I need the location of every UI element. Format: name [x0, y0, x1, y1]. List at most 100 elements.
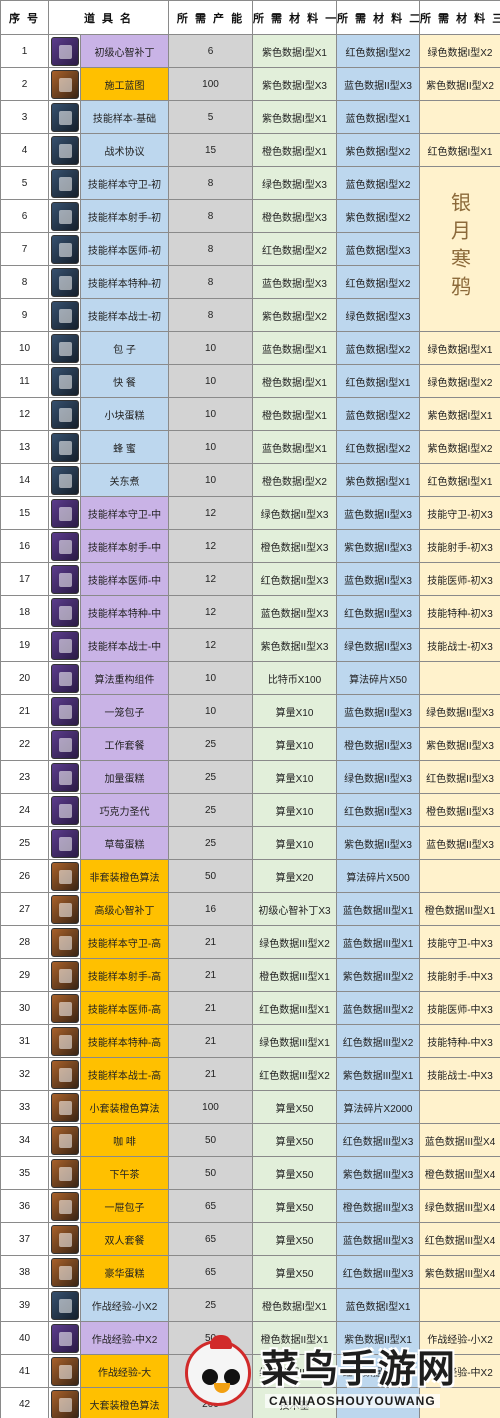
material-2: 蓝色数据III型X2 [336, 991, 420, 1025]
material-2: 绿色数据II型X3 [336, 628, 420, 662]
material-1: 蓝色数据I型X3 [252, 265, 337, 299]
material-3: 技能医师-中X3 [419, 991, 500, 1025]
material-1: 橙色数据I型X2 [252, 463, 337, 497]
bun-tray-icon [50, 1191, 79, 1221]
cone-crystal-icon [50, 36, 79, 66]
item-name: 技能样本特种-高 [80, 1024, 169, 1058]
item-icon-cell [48, 1222, 81, 1256]
row-index: 30 [0, 991, 49, 1025]
guard-sample-icon [50, 927, 79, 957]
material-1: 算量X20 [252, 859, 337, 893]
row-index: 42 [0, 1387, 49, 1418]
warrior-sample-icon [50, 1059, 79, 1089]
item-icon-cell [48, 1288, 81, 1322]
item-name: 算法重构组件 [80, 661, 169, 695]
item-name: 关东煮 [80, 463, 169, 497]
item-name: 技能样本射手-中 [80, 529, 169, 563]
item-name: 大套装橙色算法 [80, 1387, 169, 1418]
header-item: 道 具 名 [48, 0, 169, 35]
material-2: 蓝色数据II型X3 [336, 562, 420, 596]
item-name: 豪华蛋糕 [80, 1255, 169, 1289]
row-index: 22 [0, 727, 49, 761]
item-name: 战术协议 [80, 133, 169, 167]
honey-icon [50, 432, 79, 462]
item-icon-cell [48, 463, 81, 497]
row-index: 34 [0, 1123, 49, 1157]
required-output: 100 [168, 1354, 253, 1388]
item-name: 初级心智补丁 [80, 34, 169, 68]
table-row: 41 作战经验-大 100 绿色数据III型X1 红色数据III型X1 作战经验-中X2 [0, 1354, 500, 1388]
table-row: 26 非套装橙色算法 50 算量X20 算法碎片X500 [0, 859, 500, 893]
table-row: 3 技能样本-基础 5 紫色数据I型X1 蓝色数据I型X1 [0, 100, 500, 134]
required-output: 5 [168, 100, 253, 134]
required-output: 8 [168, 265, 253, 299]
exp-chip-icon [50, 1356, 79, 1386]
item-icon-cell [48, 1123, 81, 1157]
item-icon-cell [48, 232, 81, 266]
material-3: 红色数据I型X1 [419, 463, 500, 497]
material-3 [419, 859, 500, 893]
required-output: 21 [168, 1024, 253, 1058]
material-3: 技能射手-初X3 [419, 529, 500, 563]
table-body: 1 初级心智补丁 6 紫色数据I型X1 红色数据I型X2 绿色数据I型X2 2 施工蓝图 100… [0, 34, 500, 1418]
material-2: 蓝色数据I型X1 [336, 100, 420, 134]
material-3 [419, 1090, 500, 1124]
item-icon-cell [48, 133, 81, 167]
row-index: 5 [0, 166, 49, 200]
material-1: 绿色数据III型X1 [252, 1354, 337, 1388]
material-2: 红色数据I型X1 [336, 364, 420, 398]
table-row: 18 技能样本特种-中 12 蓝色数据II型X3 红色数据II型X3 技能特种-初X3 [0, 595, 500, 629]
side-note-cell: 银月寒鸦 [419, 166, 500, 332]
table-row: 37 双人套餐 65 算量X50 蓝色数据III型X3 红色数据III型X4 [0, 1222, 500, 1256]
item-name: 小套装橙色算法 [80, 1090, 169, 1124]
material-2: 红色数据III型X1 [336, 1354, 420, 1388]
table-row: 1 初级心智补丁 6 紫色数据I型X1 红色数据I型X2 绿色数据I型X2 [0, 34, 500, 68]
material-2: 蓝色数据I型X2 [336, 397, 420, 431]
required-output: 12 [168, 562, 253, 596]
item-name: 下午茶 [80, 1156, 169, 1190]
material-2: 红色数据III型X3 [336, 1255, 420, 1289]
required-output: 100 [168, 1090, 253, 1124]
fast-food-icon [50, 366, 79, 396]
item-name: 双人套餐 [80, 1222, 169, 1256]
item-icon-cell [48, 925, 81, 959]
material-3: 技能守卫-初X3 [419, 496, 500, 530]
header-material-1: 所 需 材 料 一 [252, 0, 337, 35]
cake-slice-icon [50, 399, 79, 429]
material-1: 红色数据III型X1 [252, 991, 337, 1025]
double-meal-icon [50, 1224, 79, 1254]
material-2: 紫色数据I型X2 [336, 199, 420, 233]
item-name: 技能样本守卫-初 [80, 166, 169, 200]
required-output: 65 [168, 1255, 253, 1289]
guard-sample-icon [50, 498, 79, 528]
exp-chip-icon [50, 1290, 79, 1320]
shooter-sample-icon [50, 201, 79, 231]
pyramid-crystal-icon [50, 894, 79, 924]
item-icon-cell [48, 1255, 81, 1289]
row-index: 17 [0, 562, 49, 596]
material-2: 绿色数据I型X3 [336, 298, 420, 332]
item-name: 技能样本-基础 [80, 100, 169, 134]
required-output: 10 [168, 364, 253, 398]
material-3: 技能守卫-中X3 [419, 925, 500, 959]
material-2 [336, 1387, 420, 1418]
item-name: 作战经验-中X2 [80, 1321, 169, 1355]
table-row: 25 草莓蛋糕 25 算量X10 紫色数据II型X3 蓝色数据II型X3 [0, 826, 500, 860]
required-output: 50 [168, 1123, 253, 1157]
material-1: 橙色数据I型X1 [252, 397, 337, 431]
required-output: 6 [168, 34, 253, 68]
required-output: 50 [168, 1156, 253, 1190]
item-icon-cell [48, 199, 81, 233]
material-2: 红色数据II型X3 [336, 793, 420, 827]
material-3: 绿色数据I型X2 [419, 34, 500, 68]
material-2: 蓝色数据III型X1 [336, 892, 420, 926]
material-2: 蓝色数据I型X3 [336, 232, 420, 266]
item-name: 施工蓝图 [80, 67, 169, 101]
row-index: 2 [0, 67, 49, 101]
coffee-icon [50, 1125, 79, 1155]
work-meal-icon [50, 729, 79, 759]
required-output: 25 [168, 727, 253, 761]
medic-sample-icon [50, 234, 79, 264]
item-name: 技能样本守卫-高 [80, 925, 169, 959]
row-index: 28 [0, 925, 49, 959]
